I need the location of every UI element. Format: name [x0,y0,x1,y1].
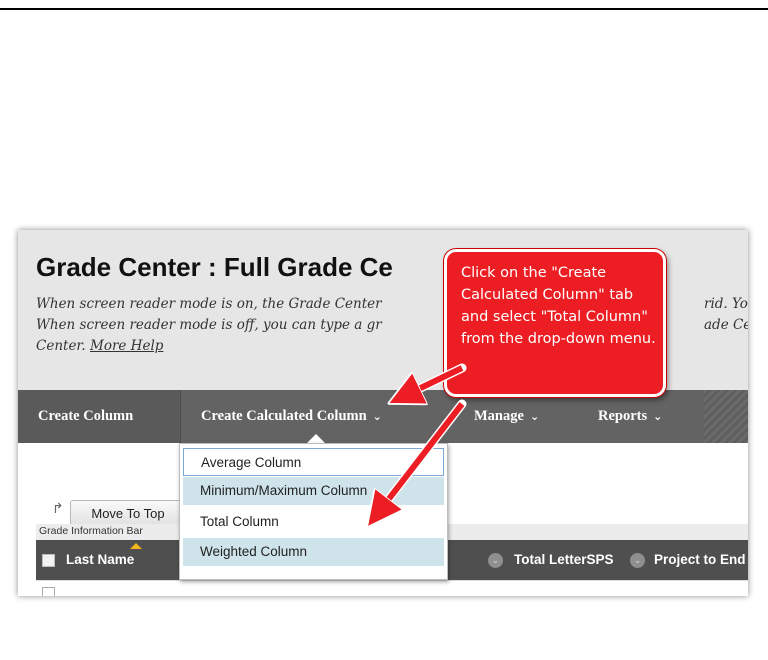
manage-button[interactable]: Manage ⌄ [474,390,539,443]
menu-item-weighted-column[interactable]: Weighted Column [183,538,444,566]
nav-separator [180,390,181,443]
nav-pattern-fill [704,390,748,443]
move-to-top-button[interactable]: Move To Top [70,500,186,526]
table-row [36,580,748,596]
chevron-down-icon: ⌄ [372,410,382,423]
column-header-total-letter[interactable]: Total LetterSPS [514,540,614,580]
chevron-down-icon: ⌄ [529,410,540,423]
menu-item-minimum-maximum-column[interactable]: Minimum/Maximum Column [183,477,444,505]
more-help-link[interactable]: More Help [90,338,163,354]
page-title: Grade Center : Full Grade Ce [36,252,393,282]
description-line-1-tail: rid. You ca [704,296,748,312]
active-tab-notch [307,434,325,443]
chevron-down-icon: ⌄ [653,410,663,423]
instruction-callout: Click on the "Create Calculated Column" … [444,249,666,397]
column-header-last-name[interactable]: Last Name [66,540,134,580]
reports-button[interactable]: Reports ⌄ [598,390,662,443]
menu-item-average-column[interactable]: Average Column [183,448,444,476]
calculated-column-dropdown: Average Column Minimum/Maximum Column To… [179,443,448,580]
row-checkbox[interactable] [42,587,55,596]
menu-item-total-column[interactable]: Total Column [183,508,444,536]
action-bar: Create Column Create Calculated Column ⌄ … [18,390,748,443]
grade-information-bar-label: Grade Information Bar [39,525,143,537]
create-column-button[interactable]: Create Column [18,390,180,443]
callout-text: Click on the "Create Calculated Column" … [461,265,656,347]
select-all-checkbox[interactable] [42,554,55,567]
create-calculated-column-button[interactable]: Create Calculated Column ⌄ [201,390,382,443]
description-line-2-tail: ade Center [704,317,748,333]
top-divider [0,8,768,10]
column-header-project[interactable]: Project to End V [654,540,748,580]
move-arrow-icon: ↱ [52,500,64,516]
column-menu-icon[interactable]: ⌄ [630,553,645,568]
column-menu-icon[interactable]: ⌄ [488,553,503,568]
